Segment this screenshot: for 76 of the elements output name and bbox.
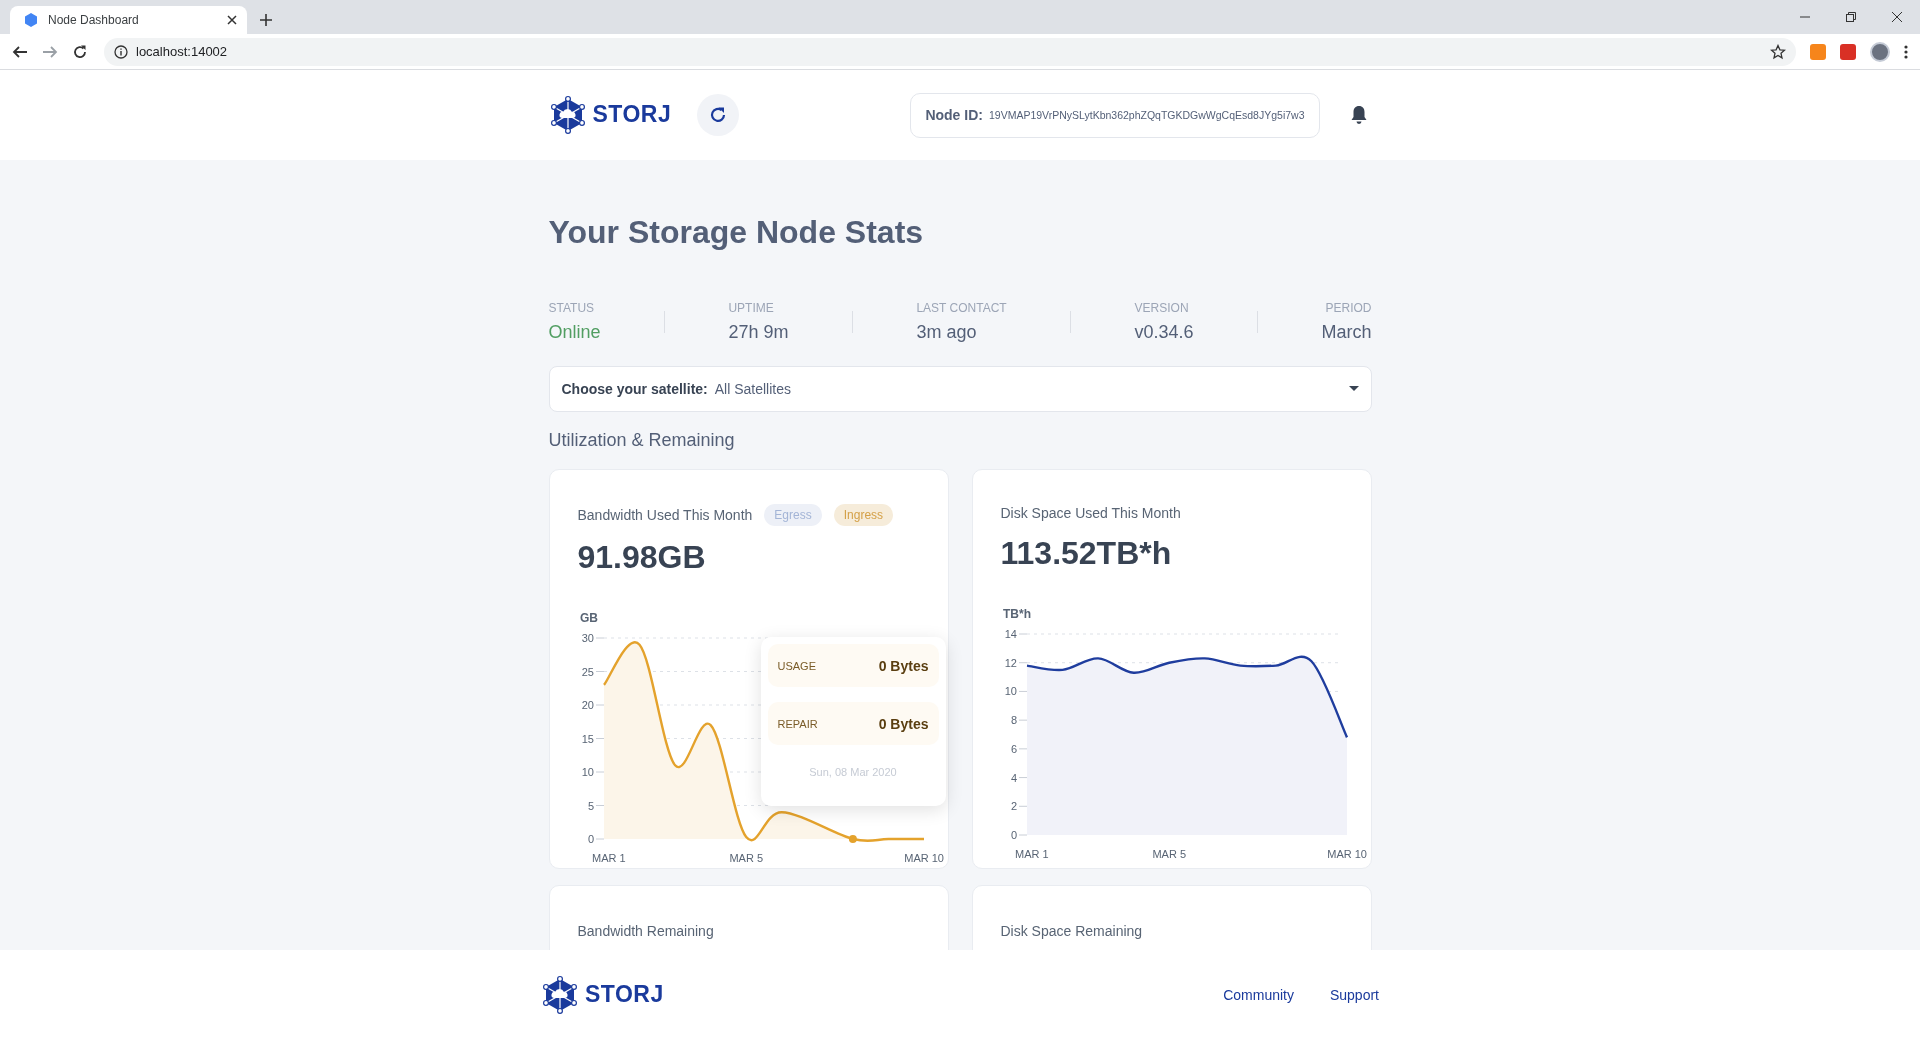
footer-link[interactable]: Community bbox=[1223, 987, 1294, 1003]
axis-tick-label: 14 bbox=[1004, 628, 1017, 640]
browser-tab[interactable]: Node Dashboard bbox=[10, 6, 247, 34]
card-title: Disk Space Remaining bbox=[1000, 923, 1143, 939]
tab-title: Node Dashboard bbox=[48, 13, 140, 27]
satellite-dropdown[interactable]: Choose your satellite: All Satellites bbox=[548, 366, 1372, 412]
stat-value: 27h 9m bbox=[728, 321, 789, 344]
card-title: Bandwidth Remaining bbox=[577, 923, 714, 939]
back-icon[interactable] bbox=[12, 43, 28, 60]
tooltip-label: REPAIR bbox=[777, 717, 818, 730]
hover-point bbox=[848, 835, 857, 843]
logo-icon bbox=[541, 974, 579, 1016]
new-tab-icon[interactable] bbox=[259, 13, 273, 27]
axis-tick-label: 10 bbox=[581, 766, 594, 778]
axis-tick-label: 10 bbox=[1004, 685, 1017, 698]
axis-tick-label: 12 bbox=[1004, 656, 1017, 669]
axis-tick-label: MAR 5 bbox=[728, 852, 763, 864]
card-title: Bandwidth Used This Month bbox=[577, 507, 753, 523]
close-tab-icon[interactable] bbox=[227, 15, 237, 25]
axis-tick-label: 20 bbox=[581, 699, 594, 711]
axis-tick-label: 6 bbox=[1010, 742, 1017, 755]
tooltip-value: 0 Bytes bbox=[878, 715, 929, 732]
axis-tick-label: MAR 1 bbox=[591, 852, 626, 864]
profile-avatar[interactable] bbox=[1870, 41, 1890, 62]
axis-tick-label: 8 bbox=[1010, 714, 1017, 727]
tooltip-label: USAGE bbox=[777, 659, 816, 672]
axis-tick-label: MAR 5 bbox=[1151, 848, 1186, 860]
extension-icon[interactable] bbox=[1840, 43, 1856, 60]
star-icon[interactable] bbox=[1770, 43, 1786, 60]
card-total: 91.98GB bbox=[577, 538, 707, 577]
stat-label: UPTIME bbox=[728, 300, 774, 316]
stat-label: STATUS bbox=[548, 300, 595, 316]
stat-label: PERIOD bbox=[1325, 300, 1372, 316]
dropdown-label: Choose your satellite: bbox=[561, 381, 708, 397]
favicon-icon bbox=[24, 13, 38, 27]
node-id: 19VMAP19VrPNySLytKbn362phZQqTGKDGwWgCqEsd8JYg5i7w3 bbox=[988, 109, 1305, 121]
axis-label: TB*h bbox=[1002, 607, 1031, 621]
axis-tick-label: MAR 10 bbox=[1326, 848, 1367, 860]
forward-icon[interactable] bbox=[42, 43, 58, 60]
axis-tick-label: 0 bbox=[587, 833, 594, 845]
logo-text: STORJ bbox=[592, 101, 672, 129]
axis-tick-label: 4 bbox=[1010, 771, 1017, 784]
address-bar[interactable]: localhost:14002 bbox=[104, 37, 1796, 66]
axis-tick-label: 0 bbox=[1010, 829, 1017, 841]
axis-tick-label: 30 bbox=[581, 632, 594, 644]
card-total: 113.52TB*h bbox=[1000, 534, 1173, 573]
axis-tick-label: 5 bbox=[587, 799, 594, 812]
axis-tick-label: 25 bbox=[581, 665, 594, 678]
reload-icon[interactable] bbox=[72, 43, 88, 60]
stat-value: v0.34.6 bbox=[1134, 321, 1194, 344]
axis-tick-label: MAR 10 bbox=[903, 852, 944, 864]
menu-icon[interactable] bbox=[1904, 44, 1908, 59]
axis-tick-label: 2 bbox=[1010, 800, 1017, 813]
dropdown-caret-icon bbox=[1348, 386, 1359, 392]
fox-extension-icon[interactable] bbox=[1810, 43, 1826, 60]
notification-bell-icon[interactable] bbox=[1349, 105, 1368, 125]
node-id-label: Node ID: bbox=[925, 107, 983, 123]
footer-link[interactable]: Support bbox=[1329, 987, 1379, 1003]
axis-tick-label: 15 bbox=[581, 732, 594, 745]
axis-label: GB bbox=[579, 611, 598, 625]
stat-value: March bbox=[1321, 321, 1372, 344]
card-title: Disk Space Used This Month bbox=[1000, 505, 1181, 521]
logo-text: STORJ bbox=[585, 981, 664, 1009]
logo-icon bbox=[548, 94, 587, 136]
stat-label: VERSION bbox=[1134, 300, 1189, 316]
stat-value: Online bbox=[548, 321, 601, 344]
tooltip-value: 0 Bytes bbox=[878, 657, 929, 674]
stat-label: LAST CONTACT bbox=[916, 300, 1007, 316]
section-title: Utilization & Remaining bbox=[548, 429, 736, 452]
info-icon bbox=[114, 44, 128, 59]
axis-tick-label: MAR 1 bbox=[1014, 848, 1049, 860]
stat-value: 3m ago bbox=[916, 321, 977, 344]
dropdown-value: All Satellites bbox=[714, 381, 793, 397]
page-title: Your Storage Node Stats bbox=[548, 213, 925, 252]
refresh-button[interactable] bbox=[697, 94, 740, 136]
address-text: localhost:14002 bbox=[136, 44, 229, 59]
